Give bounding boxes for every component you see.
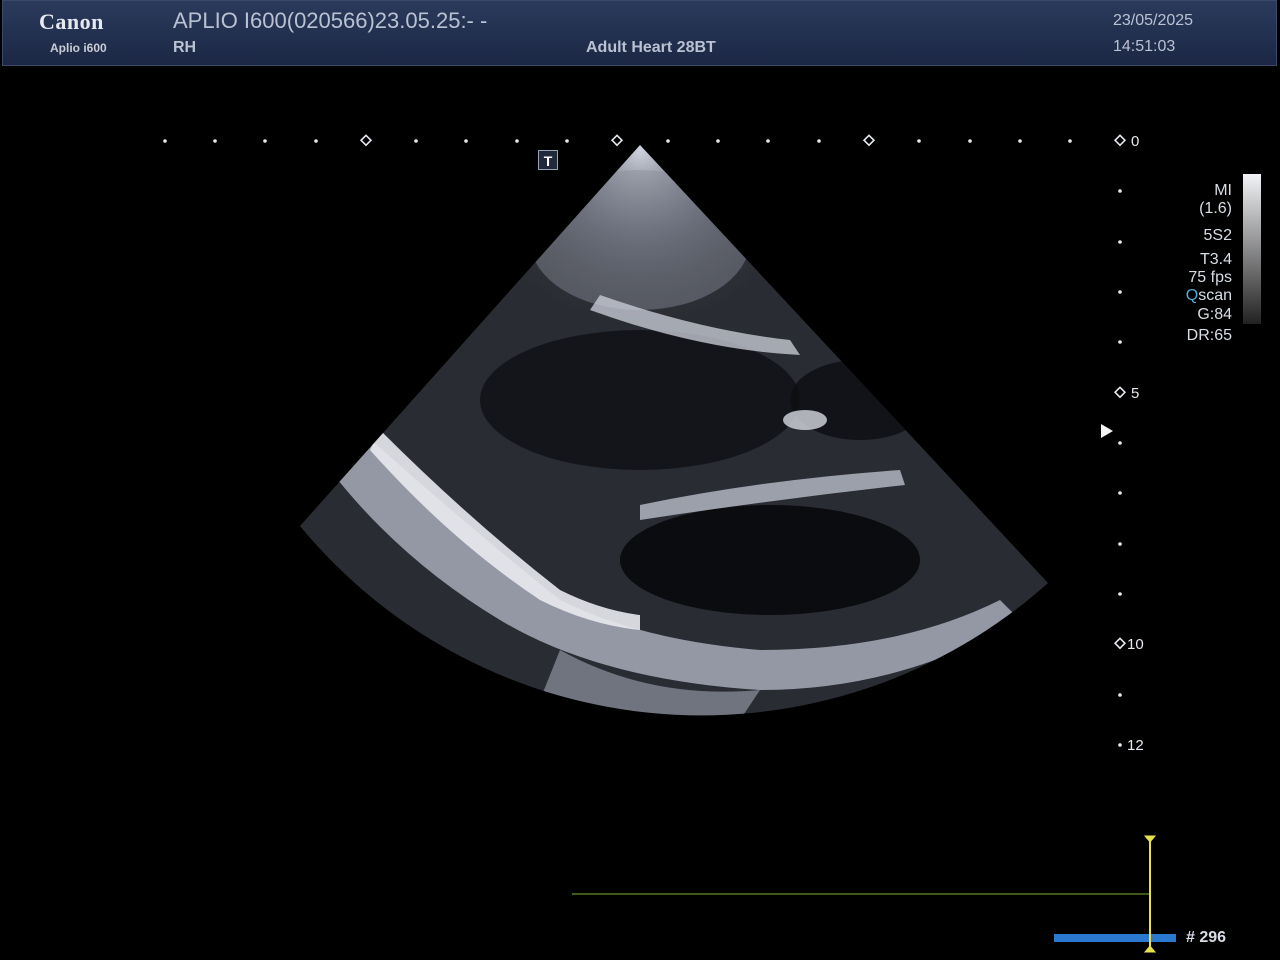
- depth-label-0: 0: [1131, 133, 1140, 150]
- qscan-rest: scan: [1198, 287, 1232, 304]
- imaging-parameters: MI (1.6) 5S2 T3.4 75 fps Qscan G:84 DR:6…: [1186, 182, 1232, 345]
- cine-bar[interactable]: [1054, 934, 1176, 942]
- lateral-scale: [163, 134, 1072, 147]
- qscan-label: Qscan: [1186, 287, 1232, 305]
- dynamic-range: DR:65: [1186, 327, 1232, 344]
- focus-arrow-icon[interactable]: [1101, 424, 1113, 438]
- depth-label-10: 10: [1127, 636, 1144, 653]
- gain: G:84: [1197, 306, 1232, 323]
- probe-name: 5S2: [1203, 227, 1232, 244]
- grayscale-bar: [1243, 174, 1261, 324]
- ultrasound-image[interactable]: [0, 0, 1280, 960]
- frame-rate: 75 fps: [1188, 269, 1232, 286]
- sector-scan: [300, 145, 1048, 716]
- frame-number: # 296: [1186, 929, 1227, 946]
- mi-label: MI: [1214, 182, 1232, 199]
- mi-value: (1.6): [1199, 200, 1232, 217]
- orientation-marker: T: [538, 150, 558, 170]
- depth-scale: [1113, 134, 1127, 747]
- depth-label-12: 12: [1127, 737, 1144, 754]
- harmonic-freq: T3.4: [1199, 251, 1232, 268]
- depth-label-5: 5: [1131, 385, 1140, 402]
- qscan-q: Q: [1185, 287, 1199, 304]
